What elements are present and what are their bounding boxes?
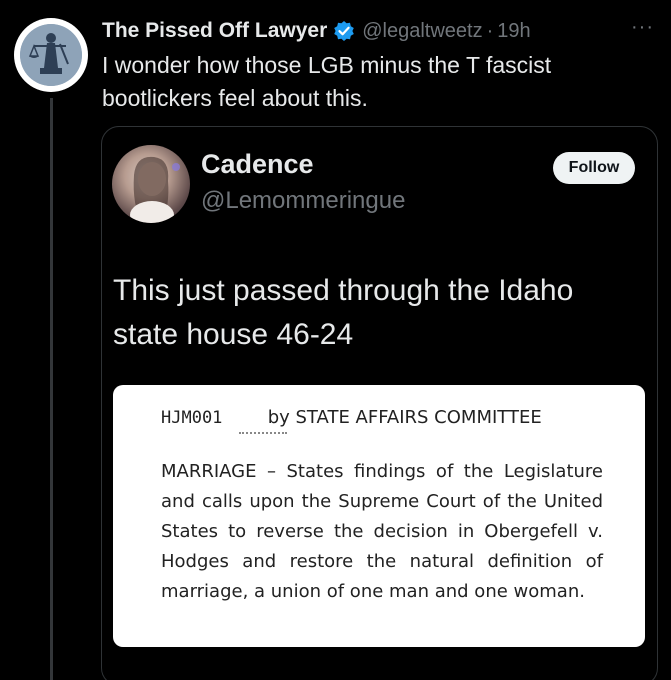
dotted-underline (239, 432, 287, 434)
tweet-text: I wonder how those LGB minus the T fasci… (102, 52, 552, 111)
quoted-tweet-text: This just passed through the Idaho state… (113, 274, 574, 351)
quoted-author-avatar[interactable] (112, 145, 190, 223)
document-image[interactable]: HJM001 by STATE AFFAIRS COMMITTEE MARRIA… (113, 385, 645, 647)
committee-line: by STATE AFFAIRS COMMITTEE (267, 407, 542, 428)
verified-badge-icon (333, 20, 355, 42)
separator-dot: · (486, 19, 494, 42)
author-avatar[interactable] (14, 18, 88, 92)
lady-justice-logo (20, 24, 82, 86)
follow-button[interactable]: Follow (553, 152, 635, 184)
quoted-author-display-name[interactable]: Cadence (201, 149, 314, 180)
thread-line (50, 98, 53, 680)
tweet-header: The Pissed Off Lawyer @legaltweetz · 19h… (102, 14, 662, 48)
quoted-author-handle[interactable]: @Lemommeringue (201, 187, 405, 215)
author-display-name[interactable]: The Pissed Off Lawyer (102, 19, 327, 43)
document-header: HJM001 by STATE AFFAIRS COMMITTEE (161, 407, 542, 429)
author-handle[interactable]: @legaltweetz (362, 20, 482, 43)
more-options-icon[interactable]: ··· (631, 16, 654, 39)
bill-code: HJM001 (161, 408, 223, 428)
quoted-tweet-card[interactable]: Cadence @Lemommeringue Follow This just … (101, 126, 658, 680)
document-body: MARRIAGE – States findings of the Legisl… (161, 461, 603, 602)
tweet-timestamp[interactable]: 19h (497, 20, 530, 43)
